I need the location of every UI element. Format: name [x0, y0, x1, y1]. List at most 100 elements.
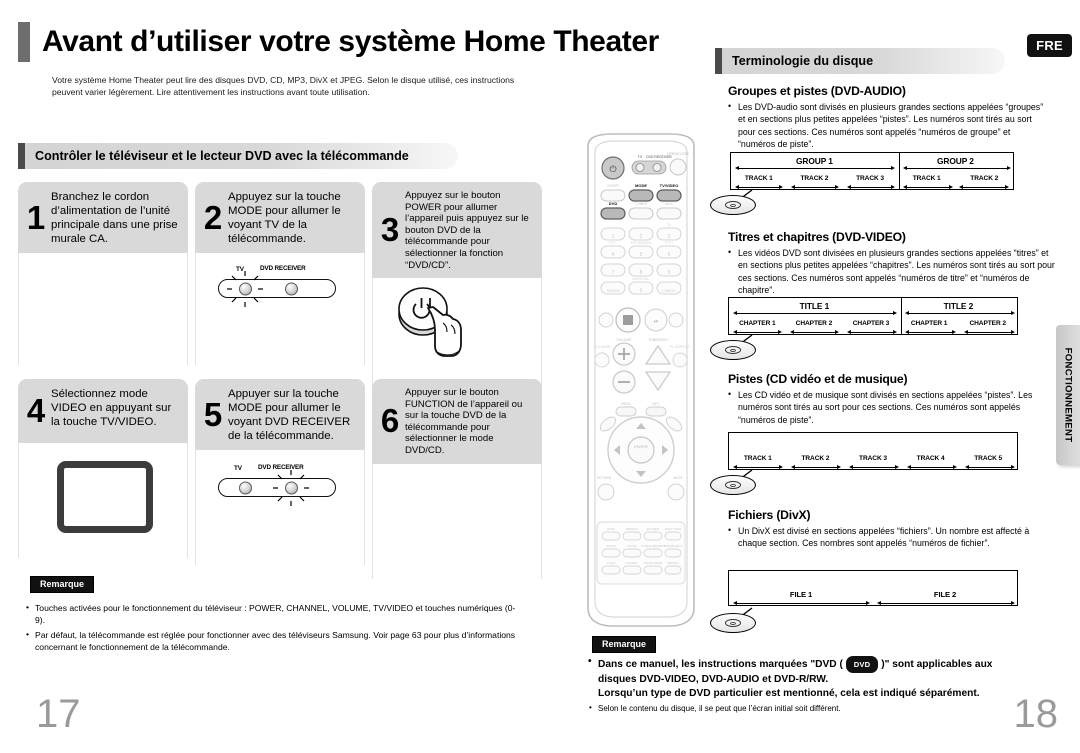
page-number-right: 18: [1013, 692, 1059, 736]
step-3-illustration: [372, 278, 542, 391]
note-line-4: Selon le contenu du disque, il se peut q…: [598, 704, 841, 713]
left-page: Avant d’utiliser votre système Home Thea…: [0, 0, 659, 753]
tv-led-blink-rays: [227, 271, 263, 307]
disc-icon-3: [710, 472, 756, 498]
step-5-header: 5 Appuyer sur la touche MODE pour allume…: [195, 379, 365, 450]
tv-led-label-2: TV: [234, 465, 242, 472]
section-header-label-right: Terminologie du disque: [732, 54, 874, 68]
left-note-block: Remarque: [30, 574, 95, 593]
block-heading: Groupes et pistes (DVD-AUDIO): [728, 84, 906, 98]
bullet-icon-small: •: [589, 703, 592, 712]
right-page: FRE FONCTIONNEMENT Terminologie du disqu…: [560, 0, 1080, 753]
diagram-divx: FILE 1 FILE 2: [728, 570, 1018, 606]
disc-icon-4: [710, 610, 756, 636]
step-3: 3 Appuyez sur le bouton POWER pour allum…: [372, 182, 542, 391]
intro-paragraph: Votre système Home Theater peut lire des…: [52, 75, 515, 97]
step-1-text: Branchez le cordon d’alimentation de l’u…: [51, 191, 178, 245]
block-body: Les DVD-audio sont divisés en plusieurs …: [728, 100, 1048, 151]
block-divx: Fichiers (DivX) Un DivX est divisé en se…: [728, 508, 1058, 550]
dvd-pill-badge: DVD: [845, 656, 879, 673]
side-tab-fonctionnement: FONCTIONNEMENT: [1056, 325, 1080, 465]
note-line-1b: )" sont applicables aux: [878, 659, 993, 671]
step-6: 6 Appuyer sur le bouton FUNCTION de l’ap…: [372, 379, 542, 579]
block-body: Les vidéos DVD sont divisées en plusieur…: [728, 246, 1058, 297]
diagram-span-arrow: [791, 465, 841, 470]
section-accent-bar-right: [715, 48, 722, 74]
note-line-2: disques DVD-VIDEO, DVD-AUDIO et DVD-R/RW…: [598, 674, 829, 685]
step-1-header: 1 Branchez le cordon d’alimentation de l…: [18, 182, 188, 253]
step-6-number: 6: [380, 402, 400, 440]
step-1-number: 1: [26, 198, 46, 236]
diagram-span-arrow: [847, 185, 895, 190]
step-4-number: 4: [26, 392, 46, 429]
block-dvd-video: Titres et chapitres (DVD-VIDEO) Les vidé…: [728, 230, 1058, 297]
diagram-dvd-audio: GROUP 1 GROUP 2 TRACK 1 TRACK 2 TRACK 3 …: [730, 152, 1014, 190]
note-item: Touches activées pour le fonctionnement …: [26, 601, 516, 627]
side-tab-label: FONCTIONNEMENT: [1062, 347, 1074, 443]
step-5-number: 5: [203, 395, 223, 433]
diagram-span-arrow: [849, 465, 899, 470]
section-accent-bar: [18, 143, 25, 169]
disc-hole: [730, 621, 736, 625]
block-dvd-audio: Groupes et pistes (DVD-AUDIO) Les DVD-au…: [728, 84, 1048, 151]
diagram-span-arrow: [905, 330, 956, 335]
right-note-block: Remarque: [592, 634, 657, 653]
title-accent-bar: [18, 22, 30, 62]
diagram-span-arrow: [905, 311, 1015, 316]
step-1: 1 Branchez le cordon d’alimentation de l…: [18, 182, 188, 365]
diagram-span-arrow: [847, 330, 897, 335]
block-cd: Pistes (CD vidéo et de musique) Les CD v…: [728, 372, 1058, 426]
diagram-span-arrow: [907, 465, 957, 470]
diagram-span-arrow: [964, 330, 1015, 335]
dvd-receiver-led-blink-rays: [273, 470, 309, 506]
step-4-illustration: [18, 443, 188, 558]
left-note-list: Touches activées pour le fonctionnement …: [26, 600, 516, 654]
disc-hole: [730, 203, 736, 207]
step-2-header: 2 Appuyez sur la touche MODE pour allume…: [195, 182, 365, 253]
step-4: 4 Sélectionnez mode VIDEO en appuyant su…: [18, 379, 188, 558]
diagram-span-arrow: [791, 185, 839, 190]
note-line-3: Lorsqu’un type de DVD particulier est me…: [598, 688, 980, 699]
block-body: Les CD vidéo et de musique sont divisés …: [728, 388, 1058, 426]
diagram-cd: TRACK 1 TRACK 2 TRACK 3 TRACK 4 TRACK 5: [728, 432, 1018, 470]
diagram-span-arrow: [735, 166, 895, 171]
diagram-span-arrow: [959, 185, 1009, 190]
step-4-text: Sélectionnez mode VIDEO en appuyant sur …: [51, 388, 172, 428]
step-2-text: Appuyez sur la touche MODE pour allumer …: [228, 191, 341, 245]
block-heading: Fichiers (DivX): [728, 508, 811, 522]
section-header-disc-terminology: Terminologie du disque: [715, 48, 1005, 74]
step-3-header: 3 Appuyez sur le bouton POWER pour allum…: [372, 182, 542, 279]
diagram-span-arrow: [790, 330, 839, 335]
step-3-text: Appuyez sur le bouton POWER pour allumer…: [405, 190, 529, 271]
tv-led-indicator-2: [239, 481, 252, 494]
note-badge-right: Remarque: [592, 635, 657, 653]
disc-icon-2: [710, 337, 756, 363]
section-header-remote-control: Contrôler le téléviseur et le lecteur DV…: [18, 143, 458, 169]
step-6-illustration: [372, 463, 542, 579]
step-4-header: 4 Sélectionnez mode VIDEO en appuyant su…: [18, 379, 188, 443]
disc-hole: [730, 483, 736, 487]
diagram-span-arrow: [965, 465, 1015, 470]
section-header-label: Contrôler le téléviseur et le lecteur DV…: [35, 149, 409, 163]
step-5: 5 Appuyer sur la touche MODE pour allume…: [195, 379, 365, 565]
step-3-number: 3: [380, 211, 400, 249]
disc-hole: [730, 348, 736, 352]
diagram-span-arrow: [733, 311, 897, 316]
note-item: Par défaut, la télécommande est réglée p…: [26, 628, 516, 654]
power-button-hand-illustration: [398, 287, 462, 358]
step-1-illustration: [18, 253, 188, 365]
bullet-icon: •: [588, 656, 592, 667]
block-heading: Titres et chapitres (DVD-VIDEO): [728, 230, 906, 244]
step-2-number: 2: [203, 198, 223, 236]
dvd-receiver-led-indicator: [285, 282, 298, 295]
step-5-illustration: TV DVD RECEIVER: [195, 450, 365, 565]
diagram-dvd-video: TITLE 1 TITLE 2 CHAPTER 1 CHAPTER 2 CHAP…: [728, 297, 1018, 335]
note-badge: Remarque: [30, 575, 95, 593]
block-heading: Pistes (CD vidéo et de musique): [728, 372, 908, 386]
step-6-text: Appuyer sur le bouton FUNCTION de l’appa…: [405, 387, 523, 456]
tv-screen-illustration: [57, 461, 153, 533]
dvd-receiver-led-label: DVD RECEIVER: [260, 265, 306, 272]
note-item-main: • Dans ce manuel, les instructions marqu…: [588, 656, 1058, 701]
step-5-text: Appuyer sur la touche MODE pour allumer …: [228, 388, 351, 442]
step-2-illustration: TV DVD RECEIVER: [195, 253, 365, 365]
